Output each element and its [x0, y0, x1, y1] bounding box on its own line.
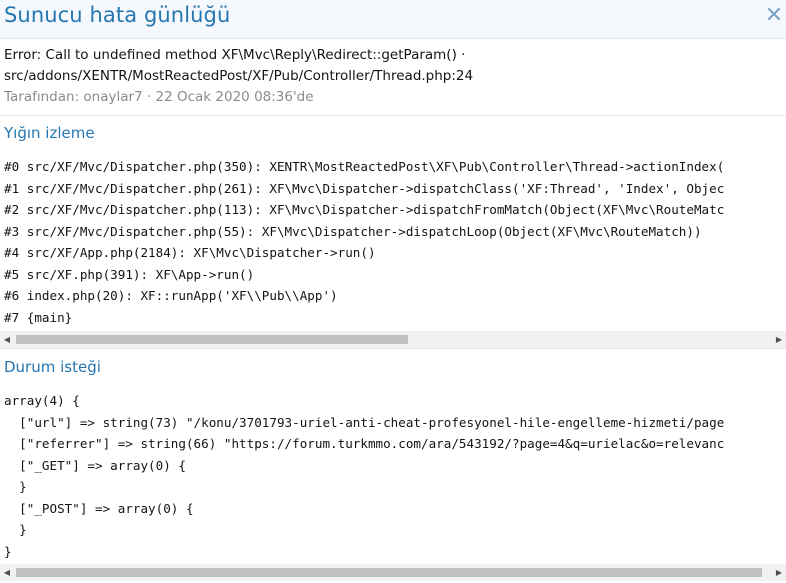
dialog-title: Sunucu hata günlüğü: [4, 3, 231, 27]
code-line: }: [4, 479, 27, 494]
stack-trace-scrollbar[interactable]: ◀ ▶: [0, 331, 786, 348]
code-line: #0 src/XF/Mvc/Dispatcher.php(350): XENTR…: [4, 159, 725, 174]
code-line: #6 index.php(20): XF::runApp('XF\\Pub\\A…: [4, 288, 338, 303]
dialog-header: Sunucu hata günlüğü ✕: [0, 0, 786, 39]
request-state-scrollbar[interactable]: ◀ ▶: [0, 564, 786, 581]
section-divider: [0, 348, 786, 349]
scrollbar-thumb[interactable]: [16, 335, 408, 344]
code-line: ["_POST"] => array(0) {: [4, 500, 194, 516]
code-line: array(4) {: [4, 393, 80, 408]
code-line: }: [4, 543, 12, 559]
scroll-right-icon[interactable]: ▶: [772, 564, 786, 581]
error-meta: Tarafından: onaylar7 · 22 Ocak 2020 08:3…: [4, 89, 314, 105]
code-line: #3 src/XF/Mvc/Dispatcher.php(55): XF\Mvc…: [4, 223, 702, 239]
request-state-heading: Durum isteği: [4, 358, 101, 376]
code-line: #4 src/XF/App.php(2184): XF\Mvc\Dispatch…: [4, 245, 376, 260]
scrollbar-thumb[interactable]: [16, 568, 762, 577]
scroll-right-icon[interactable]: ▶: [772, 331, 786, 348]
code-line: #2 src/XF/Mvc/Dispatcher.php(113): XF\Mv…: [4, 202, 725, 217]
error-message: Error: Call to undefined method XF\Mvc\R…: [4, 47, 466, 63]
stack-trace-block: #0 src/XF/Mvc/Dispatcher.php(350): XENTR…: [4, 156, 786, 328]
code-line: #5 src/XF.php(391): XF\App->run(): [4, 266, 255, 282]
close-icon[interactable]: ✕: [763, 4, 785, 28]
stack-trace-heading: Yığın izleme: [4, 124, 95, 142]
code-line: #1 src/XF/Mvc/Dispatcher.php(261): XF\Mv…: [4, 180, 725, 196]
request-state-block: array(4) { ["url"] => string(73) "/konu/…: [4, 390, 786, 562]
code-line: ["_GET"] => array(0) {: [4, 457, 186, 473]
code-line: #7 {main}: [4, 309, 73, 325]
code-line: ["url"] => string(73) "/konu/3701793-uri…: [4, 414, 725, 430]
error-location: src/addons/XENTR/MostReactedPost/XF/Pub/…: [4, 68, 474, 84]
error-summary: Error: Call to undefined method XF\Mvc\R…: [0, 39, 786, 116]
code-line: ["referrer"] => string(66) "https://foru…: [4, 436, 725, 451]
scroll-left-icon[interactable]: ◀: [0, 331, 14, 348]
scroll-left-icon[interactable]: ◀: [0, 564, 14, 581]
code-line: }: [4, 522, 27, 537]
